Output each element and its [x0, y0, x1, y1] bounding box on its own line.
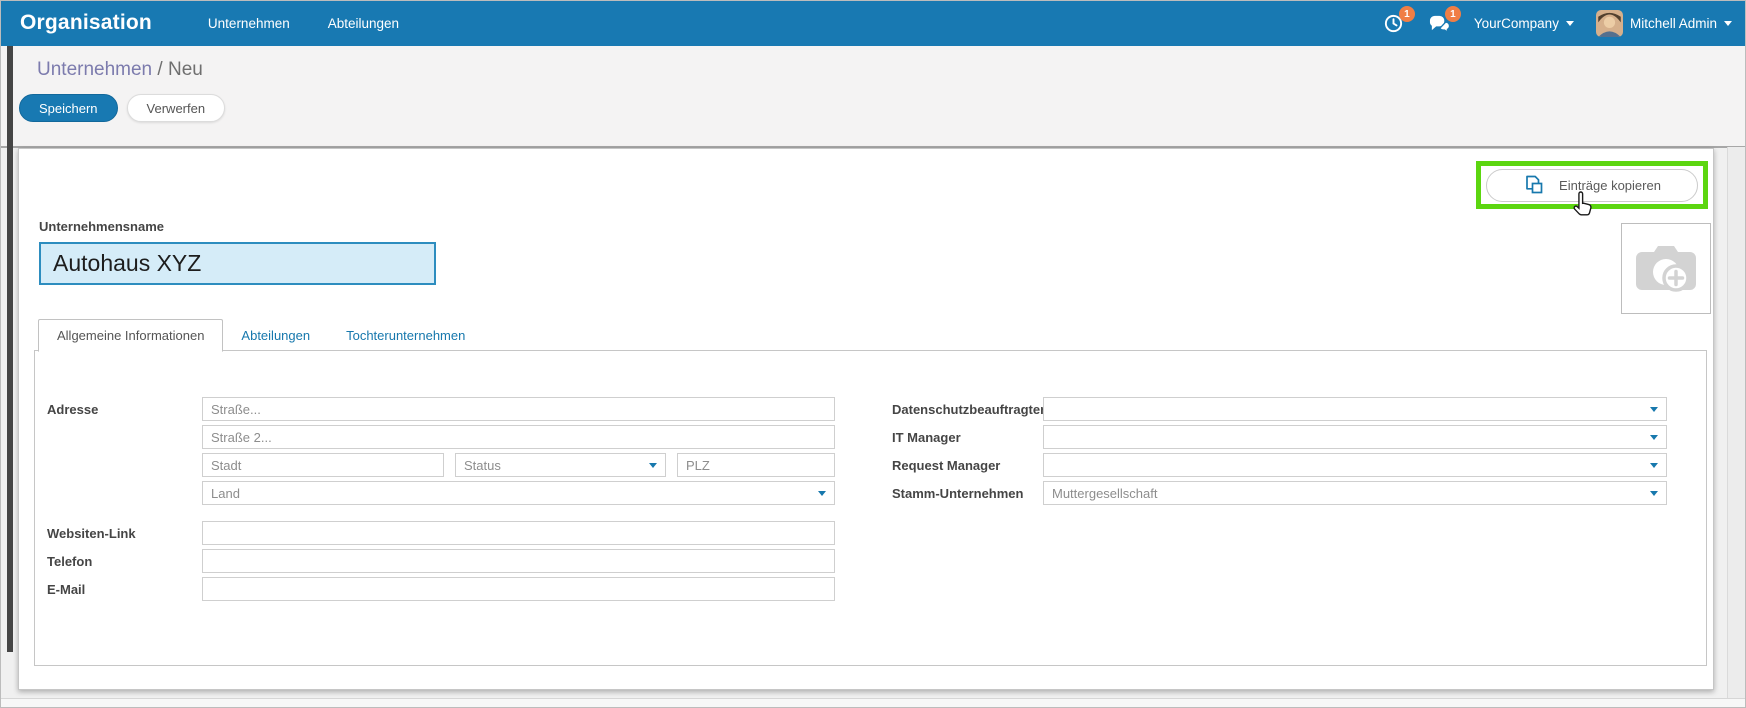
country-input[interactable] — [203, 482, 834, 504]
tab-allgemeine-informationen[interactable]: Allgemeine Informationen — [38, 319, 224, 352]
email-input[interactable] — [203, 578, 834, 600]
breadcrumb-parent[interactable]: Unternehmen — [37, 59, 152, 80]
company-switcher[interactable]: YourCompany — [1474, 16, 1574, 31]
email-field-wrap — [202, 577, 835, 601]
parent-company-field-wrap — [1043, 481, 1667, 505]
control-panel: Unternehmen / Neu Speichern Verwerfen — [0, 46, 1746, 146]
vertical-scrollbar[interactable] — [1727, 147, 1746, 698]
nav-menus: Unternehmen Abteilungen — [208, 16, 399, 31]
state-input[interactable] — [456, 454, 665, 476]
company-name-input[interactable] — [39, 242, 436, 285]
request-manager-input[interactable] — [1044, 454, 1666, 476]
discard-button[interactable]: Verwerfen — [126, 94, 226, 122]
copy-icon — [1526, 175, 1543, 194]
activity-icon[interactable]: 1 — [1382, 6, 1415, 35]
horizontal-scrollbar[interactable] — [0, 698, 1746, 708]
it-manager-field-wrap — [1043, 425, 1667, 449]
website-field-wrap — [202, 521, 835, 545]
save-button[interactable]: Speichern — [19, 94, 118, 122]
form-sheet: Einträge kopieren Unternehmensname Allge… — [18, 148, 1714, 690]
website-input[interactable] — [203, 522, 834, 544]
company-photo-upload[interactable] — [1621, 223, 1711, 314]
phone-field-wrap — [202, 549, 835, 573]
dpo-input[interactable] — [1044, 398, 1666, 420]
tab-abteilungen[interactable]: Abteilungen — [223, 319, 328, 351]
street-field-wrap — [202, 397, 835, 421]
zip-input[interactable] — [678, 454, 834, 476]
messages-badge: 1 — [1444, 6, 1461, 22]
tab-tochterunternehmen[interactable]: Tochterunternehmen — [328, 319, 483, 351]
zip-field-wrap — [677, 453, 835, 477]
breadcrumb: Unternehmen / Neu — [37, 59, 203, 81]
street-input[interactable] — [203, 398, 834, 420]
window-left-edge — [7, 46, 13, 652]
activity-badge: 1 — [1398, 6, 1415, 22]
city-field-wrap — [202, 453, 444, 477]
dpo-field-wrap — [1043, 397, 1667, 421]
it-manager-label: IT Manager — [892, 429, 961, 445]
nav-menu-unternehmen[interactable]: Unternehmen — [208, 16, 290, 31]
city-input[interactable] — [203, 454, 443, 476]
street2-field-wrap — [202, 425, 835, 449]
company-name-label: Unternehmensname — [39, 219, 164, 234]
chevron-down-icon — [1565, 20, 1574, 26]
nav-menu-abteilungen[interactable]: Abteilungen — [328, 16, 399, 31]
user-menu[interactable]: Mitchell Admin — [1595, 9, 1732, 37]
request-manager-field-wrap — [1043, 453, 1667, 477]
form-left-column: Adresse Straße... Straße 2... Stadt Stat… — [47, 397, 835, 605]
state-field-wrap — [455, 453, 666, 477]
app-title: Organisation — [20, 11, 152, 34]
parent-company-input[interactable] — [1044, 482, 1666, 504]
country-field-wrap — [202, 481, 835, 505]
user-name: Mitchell Admin — [1629, 15, 1717, 31]
dpo-label: Datenschutzbeauftragter — [892, 401, 1046, 417]
street2-input[interactable] — [203, 426, 834, 448]
phone-label: Telefon — [47, 553, 93, 569]
messages-icon[interactable]: 1 — [1428, 6, 1461, 35]
request-manager-label: Request Manager — [892, 457, 1001, 473]
email-label: E-Mail — [47, 581, 86, 597]
notebook-tabs: Allgemeine Informationen Abteilungen Toc… — [38, 319, 483, 352]
phone-input[interactable] — [203, 550, 834, 572]
tab-content: Adresse Straße... Straße 2... Stadt Stat… — [34, 350, 1707, 666]
chevron-down-icon — [1724, 20, 1732, 26]
address-label: Adresse — [47, 401, 99, 417]
top-navbar: Organisation Unternehmen Abteilungen 1 1… — [0, 0, 1746, 46]
camera-add-icon — [1636, 245, 1696, 292]
parent-company-label: Stamm-Unternehmen — [892, 485, 1024, 501]
company-name: YourCompany — [1473, 15, 1559, 31]
website-label: Websiten-Link — [47, 525, 136, 541]
breadcrumb-separator: / — [152, 59, 168, 80]
mouse-cursor-icon — [1573, 191, 1592, 216]
avatar — [1595, 9, 1623, 37]
breadcrumb-current: Neu — [167, 59, 203, 80]
form-right-column: Datenschutzbeauftragter IT Manager Reque… — [892, 397, 1667, 509]
it-manager-input[interactable] — [1044, 426, 1666, 448]
